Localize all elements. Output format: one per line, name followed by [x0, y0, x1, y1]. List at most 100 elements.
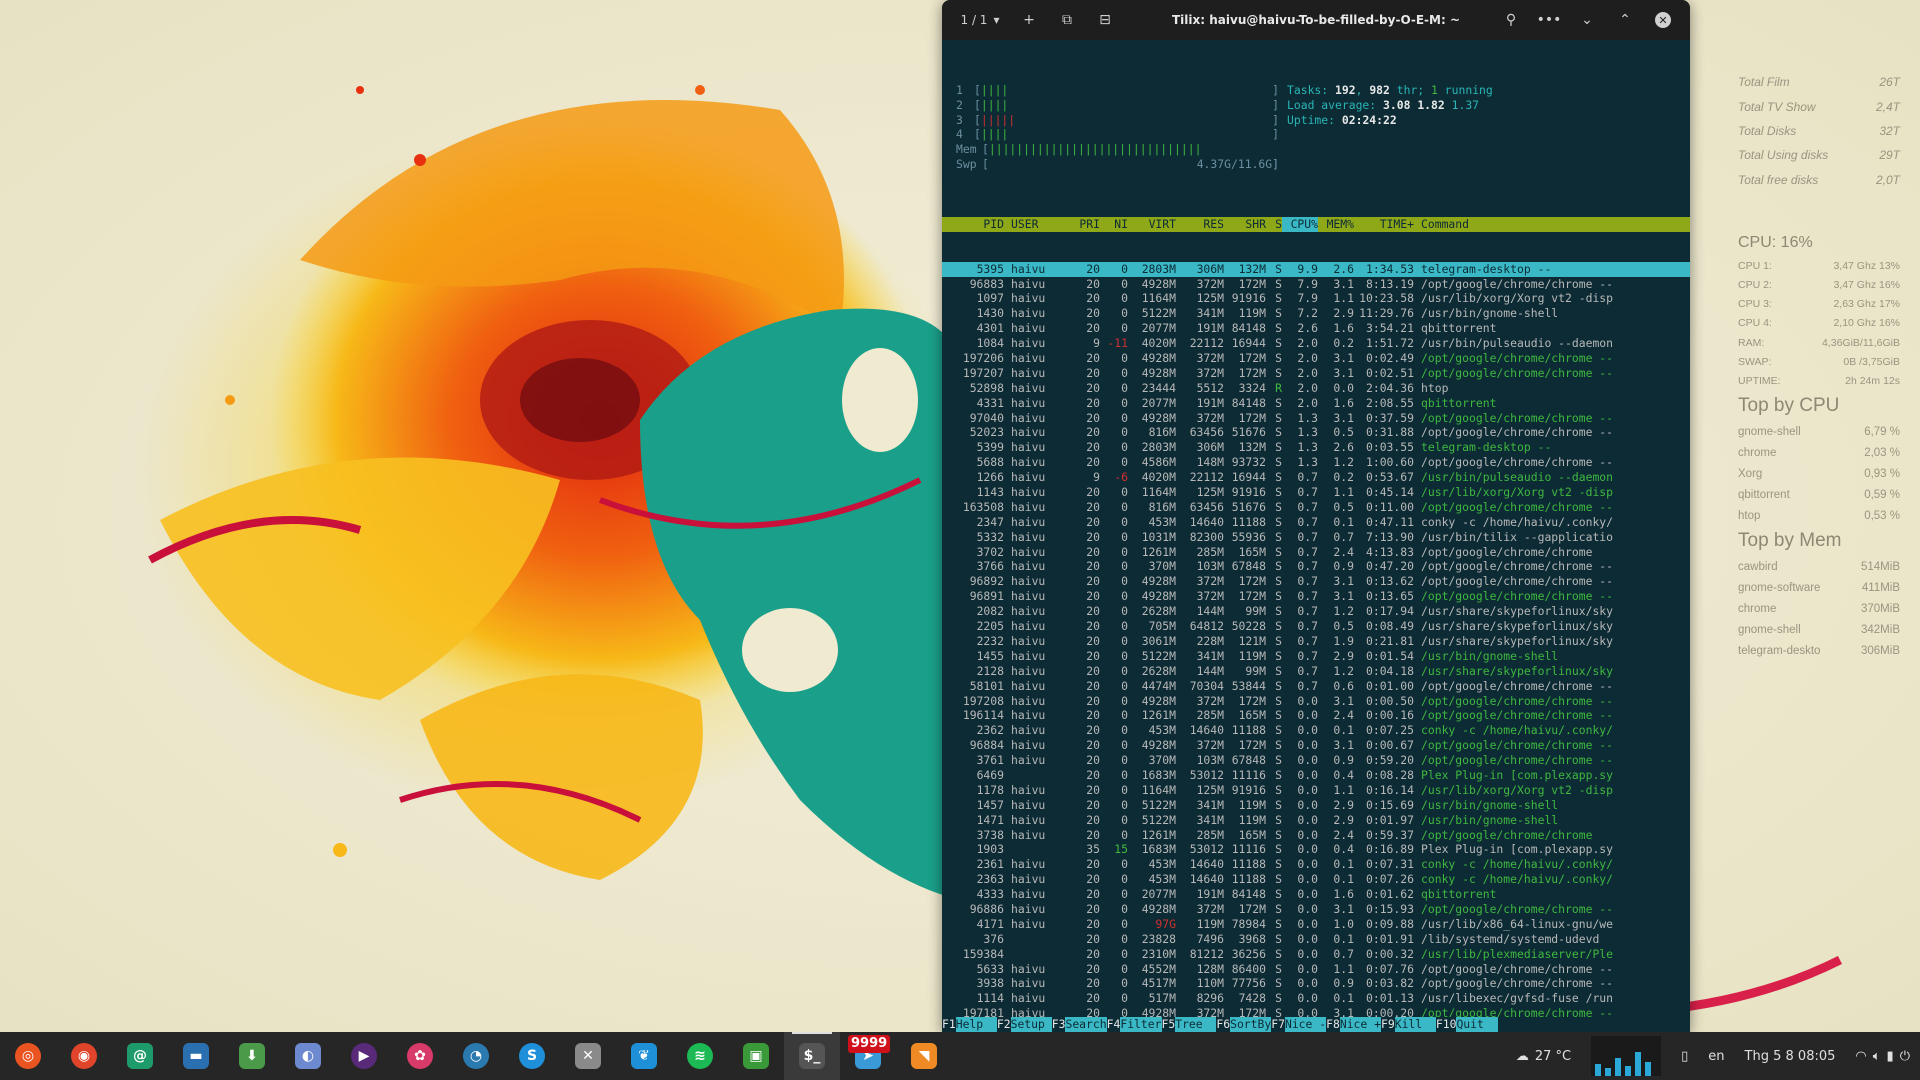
- taskbar-app-skype[interactable]: S: [504, 1032, 560, 1080]
- taskbar-app-chrome[interactable]: ◉: [56, 1032, 112, 1080]
- process-row[interactable]: 3761 haivu 20 0 370M 103M 67848 S 0.0 0.9 0:59.20 /…: [942, 753, 1690, 768]
- fkey-label[interactable]: SortBy: [1230, 1017, 1272, 1032]
- taskbar-app-files[interactable]: ▬: [168, 1032, 224, 1080]
- fkey-label[interactable]: Tree: [1175, 1017, 1217, 1032]
- process-row[interactable]: 4333 haivu 20 0 2077M 191M 84148 S 0.0 1.6 0:01.62…: [942, 887, 1690, 902]
- column-header-pid[interactable]: PID: [942, 217, 1004, 232]
- process-row[interactable]: 2082 haivu 20 0 2628M 144M 99M S 0.7 1.2 0:17.94/u…: [942, 604, 1690, 619]
- column-header-res[interactable]: RES: [1176, 217, 1224, 232]
- htop-screen[interactable]: 1 [||||] Tasks: 192, 982 thr; 1 running 2 [|…: [942, 40, 1690, 1032]
- process-row[interactable]: 3738 haivu 20 0 1261M 285M 165M S 0.0 2.4 0:59.37 /…: [942, 828, 1690, 843]
- process-row[interactable]: 4331 haivu 20 0 2077M 191M 84148 S 2.0 1.6 2:08.55…: [942, 396, 1690, 411]
- process-row[interactable]: 2205 haivu 20 0 705M 64812 50228 S 0.7 0.5 0:08.49…: [942, 619, 1690, 634]
- process-row[interactable]: 1471 haivu 20 0 5122M 341M 119M S 0.0 2.9 0:01.97 /…: [942, 813, 1690, 828]
- process-row[interactable]: 52023 haivu 20 0 816M 63456 51676 S 1.3 0.5 0:31.8…: [942, 425, 1690, 440]
- htop-function-bar[interactable]: F1 Help F2 Setup F3 Search F4 Filter F5 Tree F6…: [942, 1017, 1690, 1032]
- weather-indicator[interactable]: ☁ 27 °C: [1506, 1049, 1581, 1064]
- add-terminal-button[interactable]: +: [1010, 0, 1048, 40]
- fkey-label[interactable]: Kill: [1394, 1017, 1436, 1032]
- process-row[interactable]: 97040 haivu 20 0 4928M 372M 172M S 1.3 3.1 0:37.59…: [942, 411, 1690, 426]
- fkey-f5[interactable]: F5: [1161, 1017, 1176, 1032]
- terminal-window[interactable]: 1 / 1 ▾ + ⧉ ⊟ Tilix: haivu@haivu-To-be-f…: [942, 0, 1690, 1032]
- column-header-pri[interactable]: PRI: [1076, 217, 1100, 232]
- process-row[interactable]: 1430 haivu 20 0 5122M 341M 119M S 7.2 2.9 11:29.76…: [942, 306, 1690, 321]
- fkey-f1[interactable]: F1: [942, 1017, 956, 1032]
- process-row[interactable]: 96892 haivu 20 0 4928M 372M 172M S 0.7 3.1 0:13.62…: [942, 574, 1690, 589]
- taskbar-app-spotify[interactable]: ≋: [672, 1032, 728, 1080]
- process-row[interactable]: 1114 haivu 20 0 517M 8296 7428 S 0.0 0.1 0:01.13/u…: [942, 991, 1690, 1006]
- window-titlebar[interactable]: 1 / 1 ▾ + ⧉ ⊟ Tilix: haivu@haivu-To-be-f…: [942, 0, 1690, 40]
- fkey-f10[interactable]: F10: [1435, 1017, 1457, 1032]
- process-row[interactable]: 1457 haivu 20 0 5122M 341M 119M S 0.0 2.9 0:15.69 /…: [942, 798, 1690, 813]
- fkey-f7[interactable]: F7: [1271, 1017, 1285, 1032]
- process-row[interactable]: 159384 20 0 2310M 81212 36256 S 0.0 0.7 0:00.32/u…: [942, 947, 1690, 962]
- process-row[interactable]: 5633 haivu 20 0 4552M 128M 86400 S 0.0 1.1 0:07.76…: [942, 962, 1690, 977]
- process-row[interactable]: 2347 haivu 20 0 453M 14640 11188 S 0.7 0.1 0:47.11…: [942, 515, 1690, 530]
- taskbar-app-plex[interactable]: ▣: [728, 1032, 784, 1080]
- process-list[interactable]: 5395 haivu 20 0 2803M 306M 132M S 9.9 2.6 1:34.53 t…: [942, 261, 1690, 1032]
- column-header-time[interactable]: TIME+: [1354, 217, 1414, 232]
- process-row[interactable]: 2128 haivu 20 0 2628M 144M 99M S 0.7 1.2 0:04.18/u…: [942, 664, 1690, 679]
- column-header-mem[interactable]: MEM%: [1318, 217, 1354, 232]
- process-row[interactable]: 1266 haivu 9 -6 4020M 22112 16944 S 0.7 0.2 0:53.6…: [942, 470, 1690, 485]
- process-row[interactable]: 5399 haivu 20 0 2803M 306M 132M S 1.3 2.6 0:03.55 t…: [942, 440, 1690, 455]
- fkey-f3[interactable]: F3: [1051, 1017, 1066, 1032]
- column-header-cmd[interactable]: Command: [1414, 217, 1642, 232]
- process-row[interactable]: 5332 haivu 20 0 1031M 82300 55936 S 0.7 0.7 7:13.9…: [942, 530, 1690, 545]
- split-right-button[interactable]: ⧉: [1048, 0, 1086, 40]
- fkey-label[interactable]: Search: [1065, 1017, 1107, 1032]
- split-down-button[interactable]: ⊟: [1086, 0, 1124, 40]
- process-row[interactable]: 6469 20 0 1683M 53012 11116 S 0.0 0.4 0:08.28 Plex…: [942, 768, 1690, 783]
- taskbar-app-media-player[interactable]: ▶: [336, 1032, 392, 1080]
- clock[interactable]: Thg 5 8 08:05: [1735, 1049, 1846, 1064]
- process-row[interactable]: 1097 haivu 20 0 1164M 125M 91916 S 7.9 1.1 10:23.5…: [942, 291, 1690, 306]
- process-row[interactable]: 1084 haivu 9 -11 4020M 22112 16944 S 2.0 0.2 1:51.…: [942, 336, 1690, 351]
- taskbar-app-download[interactable]: ⬇: [224, 1032, 280, 1080]
- fkey-f2[interactable]: F2: [996, 1017, 1011, 1032]
- taskbar-app-system-monitor[interactable]: ◔: [448, 1032, 504, 1080]
- fkey-f9[interactable]: F9: [1381, 1017, 1395, 1032]
- close-button[interactable]: ✕: [1644, 0, 1682, 40]
- process-row[interactable]: 58101 haivu 20 0 4474M 70304 53844 S 0.7 0.6 0:01.…: [942, 679, 1690, 694]
- process-row[interactable]: 5688 haivu 20 0 4586M 148M 93732 S 1.3 1.2 1:00.60…: [942, 455, 1690, 470]
- column-header-user[interactable]: USER: [1004, 217, 1076, 232]
- column-header-ni[interactable]: NI: [1100, 217, 1128, 232]
- minimize-button[interactable]: ⌄: [1568, 0, 1606, 40]
- process-row[interactable]: 1178 haivu 20 0 1164M 125M 91916 S 0.0 1.1 0:16.14…: [942, 783, 1690, 798]
- process-row[interactable]: 52898 haivu 20 0 23444 5512 3324 R 2.0 0.0 2:04.36…: [942, 381, 1690, 396]
- process-table-header[interactable]: PID USER PRI NI VIRT RES SHR S CPU% MEM% TIME+ Comm…: [942, 216, 1690, 232]
- process-row[interactable]: 2362 haivu 20 0 453M 14640 11188 S 0.0 0.1 0:07.25…: [942, 723, 1690, 738]
- process-row[interactable]: 96883 haivu 20 0 4928M 372M 172M S 7.9 3.1 8:13.19…: [942, 277, 1690, 292]
- menu-button[interactable]: •••: [1530, 0, 1568, 40]
- process-row[interactable]: 197208 haivu 20 0 4928M 372M 172M S 0.0 3.1 0:00.5…: [942, 694, 1690, 709]
- fkey-label[interactable]: Setup: [1010, 1017, 1052, 1032]
- taskbar-app-mail[interactable]: @: [112, 1032, 168, 1080]
- taskbar-app-tools[interactable]: ✕: [560, 1032, 616, 1080]
- process-row[interactable]: 2232 haivu 20 0 3061M 228M 121M S 0.7 1.9 0:21.81 /…: [942, 634, 1690, 649]
- column-header-virt[interactable]: VIRT: [1128, 217, 1176, 232]
- fkey-label[interactable]: Nice +: [1339, 1017, 1381, 1032]
- fkey-label[interactable]: Quit: [1456, 1017, 1498, 1032]
- taskbar-app-telegram[interactable]: ➤ 9999: [840, 1032, 896, 1080]
- fkey-label[interactable]: Help: [955, 1017, 997, 1032]
- find-button[interactable]: ⚲: [1492, 0, 1530, 40]
- maximize-button[interactable]: ⌃: [1606, 0, 1644, 40]
- process-row[interactable]: 376 20 0 23828 7496 3968 S 0.0 0.1 0:01.91/lib/sy…: [942, 932, 1690, 947]
- column-header-cpu[interactable]: CPU%: [1282, 216, 1318, 232]
- taskbar-app-toggle[interactable]: ◐: [280, 1032, 336, 1080]
- process-row[interactable]: 96886 haivu 20 0 4928M 372M 172M S 0.0 3.1 0:15.93…: [942, 902, 1690, 917]
- process-row[interactable]: 96884 haivu 20 0 4928M 372M 172M S 0.0 3.1 0:00.67…: [942, 738, 1690, 753]
- process-row[interactable]: 197207 haivu 20 0 4928M 372M 172M S 2.0 3.1 0:02.5…: [942, 366, 1690, 381]
- clipboard-indicator[interactable]: ▯: [1671, 1049, 1698, 1064]
- process-row[interactable]: 3702 haivu 20 0 1261M 285M 165M S 0.7 2.4 4:13.83 /…: [942, 545, 1690, 560]
- fkey-label[interactable]: Filter: [1120, 1017, 1162, 1032]
- process-row[interactable]: 4171 haivu 20 0 97G 119M 78984 S 0.0 1.0 0:09.88/u…: [942, 917, 1690, 932]
- process-row[interactable]: 2363 haivu 20 0 453M 14640 11188 S 0.0 0.1 0:07.26…: [942, 872, 1690, 887]
- taskbar-app-pinwheel[interactable]: ✿: [392, 1032, 448, 1080]
- process-row[interactable]: 1455 haivu 20 0 5122M 341M 119M S 0.7 2.9 0:01.54 /…: [942, 649, 1690, 664]
- process-row[interactable]: 196114 haivu 20 0 1261M 285M 165M S 0.0 2.4 0:00.1…: [942, 708, 1690, 723]
- column-header-s[interactable]: S: [1266, 217, 1282, 232]
- process-row[interactable]: 1903 35 15 1683M 53012 11116 S 0.0 0.4 0:16.89 Ple…: [942, 842, 1690, 857]
- process-row[interactable]: 1143 haivu 20 0 1164M 125M 91916 S 0.7 1.1 0:45.14…: [942, 485, 1690, 500]
- process-row[interactable]: 3766 haivu 20 0 370M 103M 67848 S 0.7 0.9 0:47.20 /…: [942, 559, 1690, 574]
